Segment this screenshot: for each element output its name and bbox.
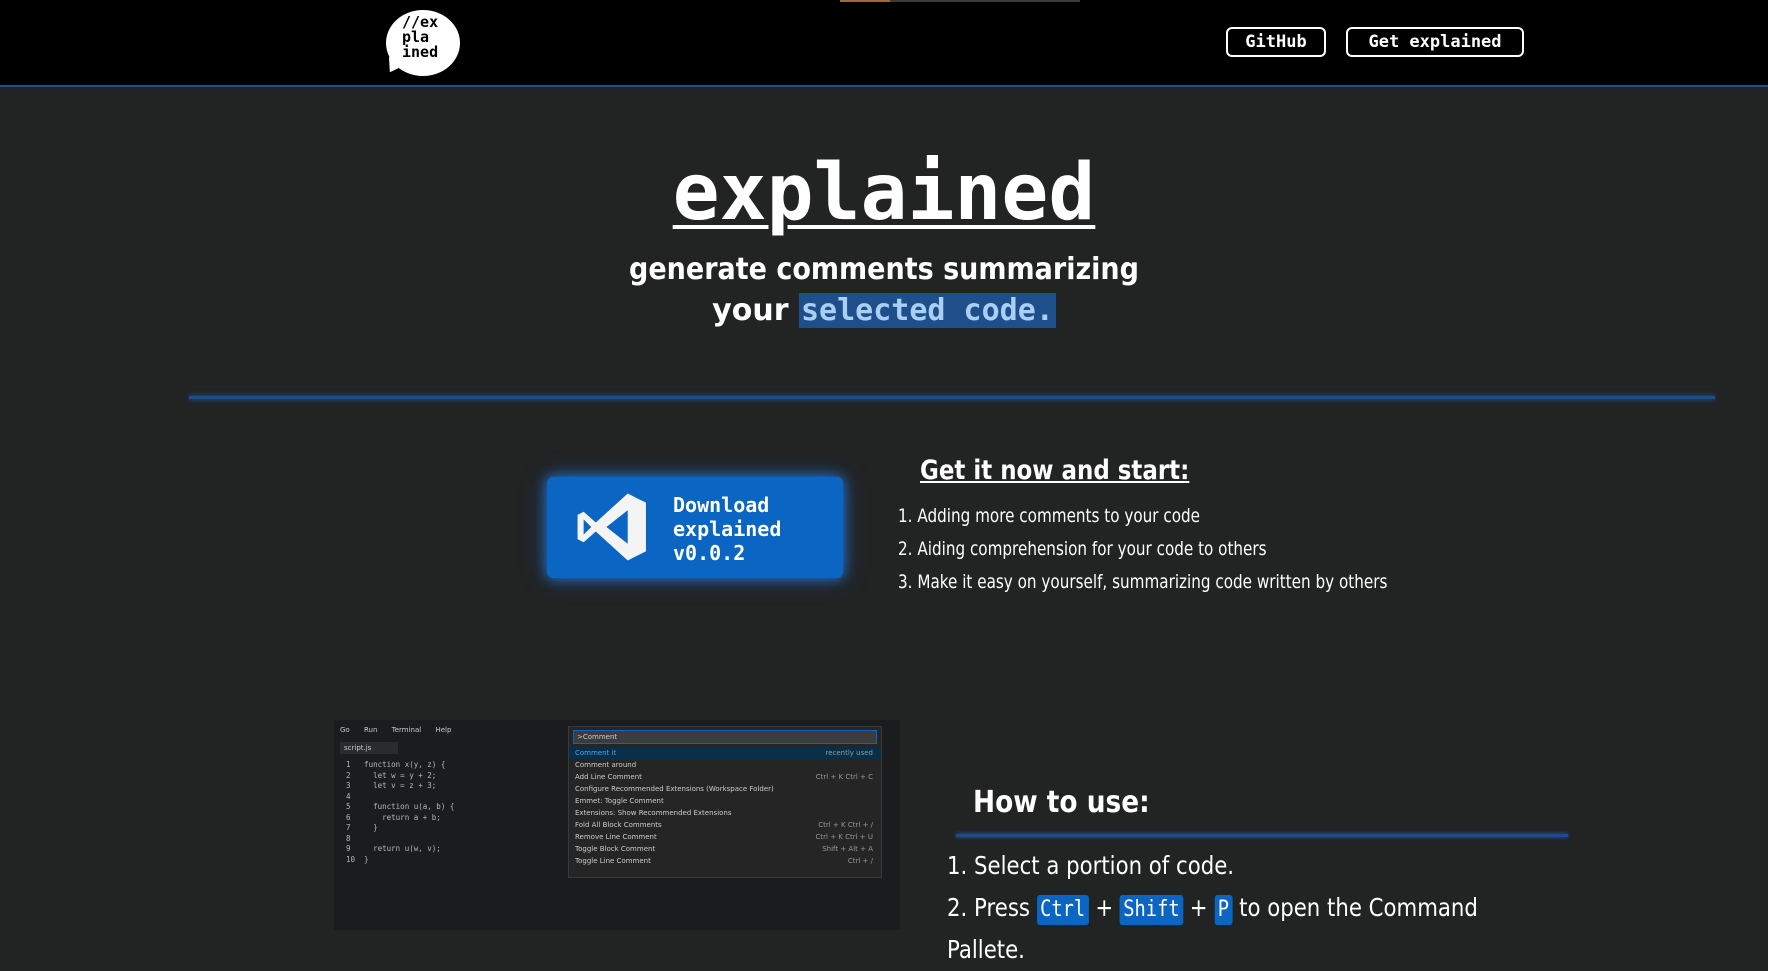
plus-sign: + (1189, 893, 1208, 922)
list-item: Add Line Comment Ctrl + K Ctrl + C (575, 773, 873, 781)
list-item: Toggle Block Comment Shift + Alt + A (575, 845, 873, 853)
list-item: 1. Adding more comments to your code (898, 505, 1201, 527)
list-item: Extensions: Show Recommended Extensions (575, 809, 732, 817)
download-label: Download explained v0.0.2 (673, 493, 833, 565)
list-item: Configure Recommended Extensions (Worksp… (575, 785, 774, 793)
logo-text[interactable]: //ex pla ined (402, 15, 452, 60)
list-item: 2. Press Ctrl + Shift + P to open the Co… (947, 887, 1559, 971)
list-item: Emmet: Toggle Comment (575, 797, 664, 805)
demo-menu-item: Help (435, 726, 452, 734)
how-to-title: How to use: (973, 785, 1150, 820)
download-label-line1: Download (673, 493, 770, 517)
top-navbar: //ex pla ined GitHub Get explained (0, 0, 1768, 87)
download-button[interactable]: Download explained v0.0.2 (547, 477, 843, 578)
list-item: 3. Make it easy on yourself, summarizing… (898, 571, 1388, 593)
list-item: 1. Select a portion of code. (947, 851, 1235, 880)
vscode-icon (577, 493, 646, 561)
get-explained-button[interactable]: Get explained (1346, 27, 1524, 57)
demo-code: 1 function x(y, z) { 2 let w = y + 2; 3 … (346, 760, 455, 864)
get-it-list: 1. Adding more comments to your code 2. … (898, 500, 1394, 599)
download-label-line2: explained (673, 517, 782, 541)
demo-menu-item: Go (340, 726, 350, 734)
list-item: Comment around (575, 761, 637, 769)
get-it-title: Get it now and start: (920, 455, 1190, 486)
demo-command-palette: >Comment Comment it recently used Comment… (568, 726, 882, 878)
how-to-list: 1. Select a portion of code. 2. Press Ct… (947, 845, 1559, 971)
plus-sign: + (1095, 893, 1114, 922)
list-item: Toggle Line Comment Ctrl + / (575, 857, 873, 865)
step2-prefix: 2. Press (947, 893, 1030, 922)
hero-subtitle-highlight: selected code. (798, 293, 1056, 328)
demo-menu-item: Terminal (391, 726, 422, 734)
nav-top-accent (840, 0, 1080, 2)
hero-subtitle-line2: your selected code. (0, 290, 1768, 332)
kbd-ctrl: Ctrl (1036, 895, 1089, 925)
list-item: Fold All Block Comments Ctrl + K Ctrl + / (575, 821, 873, 829)
hero-subtitle-line1: generate comments summarizing (629, 252, 1139, 287)
github-button[interactable]: GitHub (1226, 27, 1326, 57)
hero-subtitle-prefix: your (712, 293, 789, 328)
hero-title: explained (672, 148, 1096, 238)
kbd-p: P (1214, 895, 1233, 925)
section-divider (189, 396, 1715, 399)
demo-menu: Go Run Terminal Help (340, 726, 463, 734)
kbd-shift: Shift (1119, 895, 1183, 925)
how-to-divider (956, 834, 1568, 837)
download-label-version: v0.0.2 (673, 541, 746, 565)
demo-menu-item: Run (363, 726, 378, 734)
list-item: Comment it recently used (569, 747, 881, 759)
list-item: Remove Line Comment Ctrl + K Ctrl + U (575, 833, 873, 841)
list-item: 2. Aiding comprehension for your code to… (898, 538, 1267, 560)
demo-screenshot: Go Run Terminal Help script.js 1 functio… (334, 720, 900, 930)
demo-file-tab: script.js (340, 742, 398, 754)
demo-palette-input: >Comment (573, 730, 877, 744)
